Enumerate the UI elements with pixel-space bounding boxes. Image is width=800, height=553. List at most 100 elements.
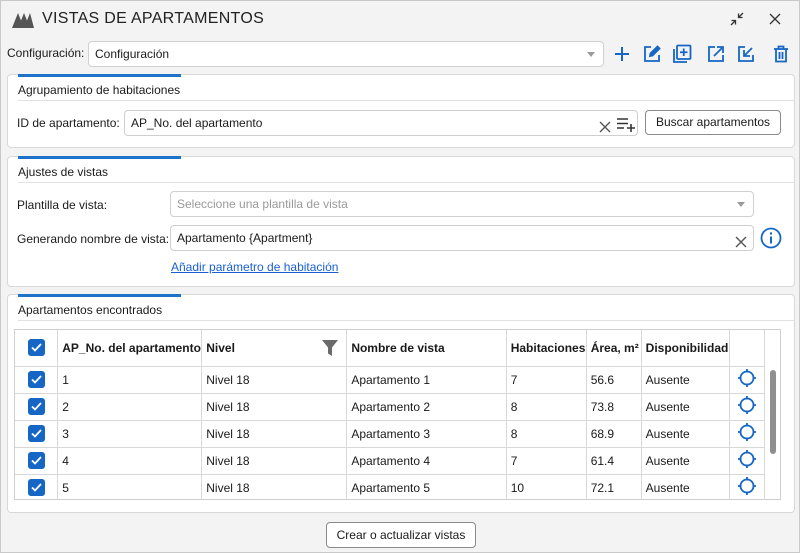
row-select-cell [15, 393, 59, 421]
cell-view-name: Apartamento 4 [346, 447, 507, 475]
view-template-select[interactable]: Seleccione una plantilla de vista [170, 191, 754, 217]
table-row[interactable]: 1 Nivel 18 Apartamento 1 7 56.6 Ausente [15, 366, 780, 394]
divider [18, 182, 794, 183]
add-config-button[interactable] [610, 43, 634, 67]
crosshair-icon [737, 477, 756, 495]
cell-view-name: Apartamento 5 [346, 474, 507, 499]
grouping-title: Agrupamiento de habitaciones [18, 83, 181, 97]
locate-button[interactable] [737, 395, 757, 418]
locate-cell [729, 474, 765, 499]
info-button[interactable] [760, 227, 782, 249]
view-name-label: Generando nombre de vista: [17, 232, 170, 246]
cell-level: Nivel 18 [201, 474, 348, 499]
grouping-panel: Agrupamiento de habitaciones ID de apart… [7, 74, 795, 148]
column-header-level-label: Nivel [206, 340, 235, 355]
crosshair-icon [737, 369, 756, 387]
plugin-window: VISTAS DE APARTAMENTOS Configuración: Co… [0, 0, 800, 553]
column-header-id[interactable]: AP_No. del apartamento [57, 330, 203, 367]
locate-button[interactable] [737, 368, 757, 391]
trash-icon [773, 45, 789, 66]
view-settings-panel: Ajustes de vistas Plantilla de vista: Se… [7, 156, 795, 287]
delete-config-button[interactable] [769, 43, 793, 67]
create-update-views-button[interactable]: Crear o actualizar vistas [326, 522, 476, 548]
locate-button[interactable] [737, 476, 757, 499]
column-header-locate [729, 330, 765, 367]
select-all-cell [15, 330, 59, 367]
cell-area: 56.6 [586, 366, 642, 394]
column-header-rooms[interactable]: Habitaciones [506, 330, 587, 367]
table-scrollbar[interactable] [764, 366, 780, 499]
cell-view-name: Apartamento 2 [346, 393, 507, 421]
locate-button[interactable] [737, 449, 757, 472]
export-icon [707, 45, 725, 66]
cell-availability: Ausente [641, 366, 730, 394]
clear-id-button[interactable] [599, 117, 611, 141]
view-name-field[interactable]: Apartamento {Apartment} [170, 225, 754, 251]
check-icon [30, 483, 42, 492]
chevron-down-icon [737, 202, 745, 207]
cell-rooms: 7 [506, 366, 587, 394]
crosshair-icon [737, 396, 756, 414]
check-icon [30, 402, 42, 411]
cell-rooms: 7 [506, 447, 587, 475]
collapse-button[interactable] [726, 9, 748, 29]
table-header-row: AP_No. del apartamento Nivel Nombre de v… [15, 330, 780, 367]
divider [18, 320, 794, 321]
row-checkbox[interactable] [27, 371, 45, 388]
export-config-button[interactable] [704, 43, 728, 67]
apartment-id-field[interactable]: AP_No. del apartamento [124, 110, 638, 136]
row-checkbox[interactable] [27, 398, 45, 415]
duplicate-config-button[interactable] [670, 43, 694, 67]
cell-area: 72.1 [586, 474, 642, 499]
divider [18, 100, 794, 101]
view-template-label: Plantilla de vista: [17, 198, 108, 212]
check-icon [30, 429, 42, 438]
collapse-icon [729, 11, 745, 27]
apartment-id-value: AP_No. del apartamento [131, 116, 263, 130]
add-room-parameter-link[interactable]: Añadir parámetro de habitación [171, 260, 338, 274]
import-config-button[interactable] [734, 43, 758, 67]
row-checkbox[interactable] [27, 479, 45, 496]
cell-area: 68.9 [586, 420, 642, 448]
plus-icon [614, 46, 630, 65]
crosshair-icon [737, 423, 756, 441]
view-template-placeholder: Seleccione una plantilla de vista [177, 197, 348, 211]
column-header-scroll-spacer [764, 330, 780, 367]
title-bar: VISTAS DE APARTAMENTOS [1, 1, 799, 37]
column-header-availability[interactable]: Disponibilidad [641, 330, 730, 367]
apartments-table: AP_No. del apartamento Nivel Nombre de v… [14, 329, 781, 500]
config-label: Configuración: [7, 46, 85, 60]
cell-id: 1 [57, 366, 203, 394]
add-parameter-list-button[interactable] [616, 116, 636, 140]
row-checkbox[interactable] [27, 452, 45, 469]
table-row[interactable]: 4 Nivel 18 Apartamento 4 7 61.4 Ausente [15, 447, 780, 475]
cell-rooms: 8 [506, 420, 587, 448]
config-select[interactable]: Configuración [88, 41, 604, 67]
cell-id: 2 [57, 393, 203, 421]
clear-view-name-button[interactable] [735, 232, 747, 256]
table-row[interactable]: 2 Nivel 18 Apartamento 2 8 73.8 Ausente [15, 393, 780, 421]
row-checkbox[interactable] [27, 425, 45, 442]
check-icon [30, 375, 42, 384]
cell-level: Nivel 18 [201, 366, 348, 394]
chevron-down-icon [587, 52, 595, 57]
row-select-cell [15, 474, 59, 499]
locate-button[interactable] [737, 422, 757, 445]
locate-cell [729, 366, 765, 394]
edit-config-button[interactable] [640, 43, 664, 67]
column-header-area[interactable]: Área, m² [586, 330, 642, 367]
select-all-checkbox[interactable] [27, 339, 45, 357]
column-header-level[interactable]: Nivel [201, 330, 348, 367]
table-row[interactable]: 3 Nivel 18 Apartamento 3 8 68.9 Ausente [15, 420, 780, 448]
close-window-button[interactable] [764, 9, 786, 29]
column-header-view-name[interactable]: Nombre de vista [346, 330, 507, 367]
cell-level: Nivel 18 [201, 393, 348, 421]
cell-area: 73.8 [586, 393, 642, 421]
table-row[interactable]: 5 Nivel 18 Apartamento 5 10 72.1 Ausente [15, 474, 780, 499]
scrollbar-thumb[interactable] [770, 370, 776, 454]
cell-rooms: 10 [506, 474, 587, 499]
cell-id: 4 [57, 447, 203, 475]
filter-icon[interactable] [321, 339, 339, 360]
search-apartments-button[interactable]: Buscar apartamentos [645, 110, 781, 135]
clear-icon [599, 121, 611, 133]
